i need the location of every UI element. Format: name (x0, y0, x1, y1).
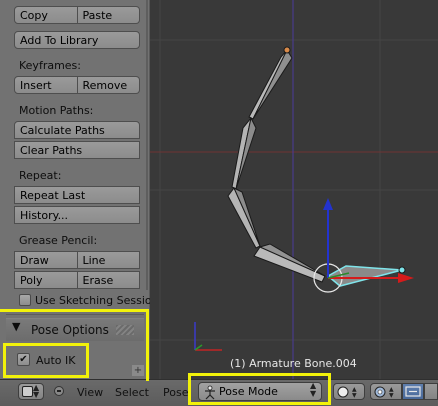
manipulator-toggle-button[interactable] (402, 383, 424, 400)
armature[interactable] (227, 46, 406, 287)
bone-tip-joint[interactable] (283, 46, 291, 54)
pose-menu[interactable]: Pose (163, 386, 188, 399)
keyframes-label: Keyframes: (19, 59, 81, 72)
auto-ik-label: Auto IK (36, 354, 76, 367)
copy-button[interactable]: Copy (14, 6, 78, 24)
grease-draw-row: Draw Line (14, 251, 140, 269)
gizmo-x-arrow-icon[interactable] (398, 273, 414, 283)
pivot-point-icon: ▲ ▼ (374, 386, 394, 399)
grease-poly-row: Poly Erase (14, 271, 140, 289)
transform-orientation-button[interactable] (424, 383, 438, 400)
shelf-scrollbar[interactable] (146, 0, 148, 290)
view-orientation-axes (194, 322, 222, 351)
grid-lines (150, 0, 438, 379)
pose-mode-icon (205, 385, 215, 400)
paste-button[interactable]: Paste (77, 6, 140, 24)
draw-button[interactable]: Draw (14, 251, 78, 269)
viewport-scene (150, 0, 438, 379)
active-bone-label: (1) Armature Bone.004 (230, 357, 357, 370)
mode-label: Pose Mode (219, 385, 278, 398)
bone-end-joint[interactable] (398, 266, 406, 274)
cube-icon (22, 386, 33, 397)
add-to-library-button[interactable]: Add To Library (14, 31, 140, 49)
manipulator-icon (405, 386, 421, 397)
copy-paste-row: Copy Paste (14, 6, 140, 24)
clear-paths-button[interactable]: Clear Paths (14, 141, 140, 159)
bone-1[interactable] (248, 49, 288, 120)
pose-options-title: Pose Options (31, 323, 109, 337)
calculate-paths-button[interactable]: Calculate Paths (14, 121, 140, 139)
repeat-last-row: Repeat Last (14, 186, 140, 204)
bone-1-shade (252, 48, 293, 120)
grease-pencil-label: Grease Pencil: (19, 234, 98, 247)
bone-3-shade (232, 186, 261, 247)
use-sketching-session-label: Use Sketching Sessio (35, 294, 152, 307)
select-menu[interactable]: Select (115, 386, 149, 399)
poly-button[interactable]: Poly (14, 271, 78, 289)
erase-button[interactable]: Erase (77, 271, 140, 289)
panel-drag-grip-icon[interactable] (116, 325, 134, 335)
keyframes-row: Insert Remove (14, 76, 140, 94)
shading-sphere-icon: ▲ ▼ (337, 386, 357, 399)
updown-arrows-icon: ▲ ▼ (33, 383, 40, 399)
mode-updown-arrows-icon: ▲ ▼ (310, 381, 317, 398)
repeat-label: Repeat: (19, 169, 62, 182)
gizmo-z-arrow-icon[interactable] (323, 198, 333, 210)
collapse-arrow-icon[interactable]: ▼ (12, 320, 20, 333)
3d-viewport[interactable] (150, 0, 438, 379)
calculate-paths-row: Calculate Paths (14, 121, 140, 139)
auto-ik-checkbox[interactable]: ✔ (17, 353, 30, 366)
svg-text:▼: ▼ (389, 392, 394, 399)
view-menu[interactable]: View (77, 386, 103, 399)
header-collapse-icon[interactable] (54, 386, 64, 396)
viewport-shading-button[interactable]: ▲ ▼ (333, 383, 365, 400)
insert-keyframe-button[interactable]: Insert (14, 76, 78, 94)
line-button[interactable]: Line (77, 251, 140, 269)
motion-paths-label: Motion Paths: (19, 104, 94, 117)
svg-text:▼: ▼ (352, 392, 357, 399)
remove-keyframe-button[interactable]: Remove (77, 76, 140, 94)
pivot-point-button[interactable]: ▲ ▼ (370, 383, 402, 400)
repeat-last-button[interactable]: Repeat Last (14, 186, 140, 204)
history-button[interactable]: History... (14, 206, 140, 224)
add-to-library-row: Add To Library (14, 31, 140, 49)
panel-divider (6, 314, 144, 315)
clear-paths-row: Clear Paths (14, 141, 140, 159)
editor-type-button[interactable]: ▲ ▼ (18, 383, 44, 400)
use-sketching-session-checkbox[interactable] (19, 294, 31, 306)
history-row: History... (14, 206, 140, 224)
region-expand-plus-icon[interactable]: + (132, 365, 144, 376)
